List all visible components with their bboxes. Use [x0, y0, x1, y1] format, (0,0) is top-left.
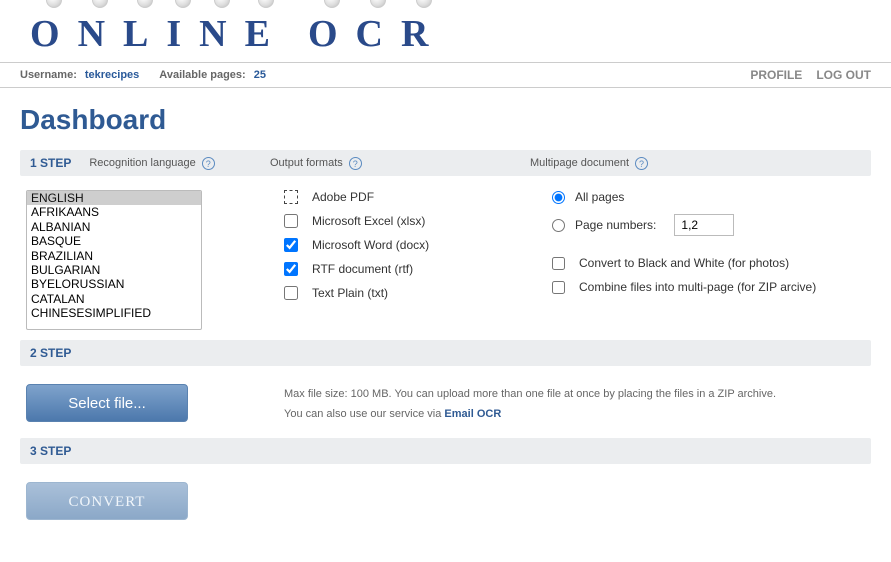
- output-pdf-label: Adobe PDF: [312, 190, 374, 204]
- lang-option[interactable]: CHINESESIMPLIFIED: [27, 306, 201, 320]
- step3-bar: 3 STEP: [20, 438, 871, 464]
- output-rtf-checkbox[interactable]: [284, 262, 298, 276]
- lang-option[interactable]: ALBANIAN: [27, 220, 201, 234]
- profile-link[interactable]: PROFILE: [750, 68, 802, 82]
- lang-option[interactable]: CATALAN: [27, 292, 201, 306]
- combine-label: Combine files into multi-page (for ZIP a…: [579, 280, 816, 294]
- step2-label: 2 STEP: [30, 346, 71, 360]
- multipage-header: Multipage document: [530, 157, 629, 169]
- page-numbers-input[interactable]: [674, 214, 734, 236]
- lang-option[interactable]: BYELORUSSIAN: [27, 277, 201, 291]
- page-numbers-label: Page numbers:: [575, 218, 656, 232]
- help-icon[interactable]: ?: [635, 157, 648, 170]
- lang-option[interactable]: BASQUE: [27, 234, 201, 248]
- upload-hint: Max file size: 100 MB. You can upload mo…: [284, 384, 776, 404]
- pdf-icon[interactable]: [284, 190, 298, 204]
- topbar: Username: tekrecipes Available pages: 25…: [0, 62, 891, 88]
- convert-button[interactable]: CONVERT: [26, 482, 188, 520]
- logo: ONLINEOCR: [0, 0, 891, 62]
- output-rtf-label: RTF document (rtf): [312, 262, 413, 276]
- output-xlsx-checkbox[interactable]: [284, 214, 298, 228]
- lang-option[interactable]: ENGLISH: [27, 191, 201, 205]
- lang-option[interactable]: AFRIKAANS: [27, 205, 201, 219]
- help-icon[interactable]: ?: [349, 157, 362, 170]
- pages-value: 25: [254, 69, 266, 81]
- step1-label: 1 STEP: [30, 156, 71, 170]
- output-txt-label: Text Plain (txt): [312, 286, 388, 300]
- page-numbers-radio[interactable]: [552, 219, 565, 232]
- output-header: Output formats: [270, 157, 343, 169]
- help-icon[interactable]: ?: [202, 157, 215, 170]
- lang-option[interactable]: BRAZILIAN: [27, 249, 201, 263]
- output-xlsx-label: Microsoft Excel (xlsx): [312, 214, 425, 228]
- username-label: Username:: [20, 69, 77, 81]
- lang-option[interactable]: BULGARIAN: [27, 263, 201, 277]
- step3-label: 3 STEP: [30, 444, 71, 458]
- username-value: tekrecipes: [85, 69, 139, 81]
- all-pages-label: All pages: [575, 190, 624, 204]
- bw-checkbox[interactable]: [552, 257, 565, 270]
- email-ocr-hint: You can also use our service via Email O…: [284, 404, 776, 424]
- step2-bar: 2 STEP: [20, 340, 871, 366]
- page-title: Dashboard: [20, 104, 871, 136]
- language-select[interactable]: ENGLISH AFRIKAANS ALBANIAN BASQUE BRAZIL…: [26, 190, 202, 330]
- select-file-button[interactable]: Select file...: [26, 384, 188, 422]
- output-txt-checkbox[interactable]: [284, 286, 298, 300]
- lang-header: Recognition language: [89, 157, 195, 169]
- email-ocr-link[interactable]: Email OCR: [444, 408, 501, 420]
- output-docx-label: Microsoft Word (docx): [312, 238, 429, 252]
- step1-bar: 1 STEP Recognition language ? Output for…: [20, 150, 871, 176]
- logout-link[interactable]: LOG OUT: [816, 68, 871, 82]
- output-docx-checkbox[interactable]: [284, 238, 298, 252]
- pages-label: Available pages:: [159, 69, 245, 81]
- bw-label: Convert to Black and White (for photos): [579, 256, 789, 270]
- combine-checkbox[interactable]: [552, 281, 565, 294]
- all-pages-radio[interactable]: [552, 191, 565, 204]
